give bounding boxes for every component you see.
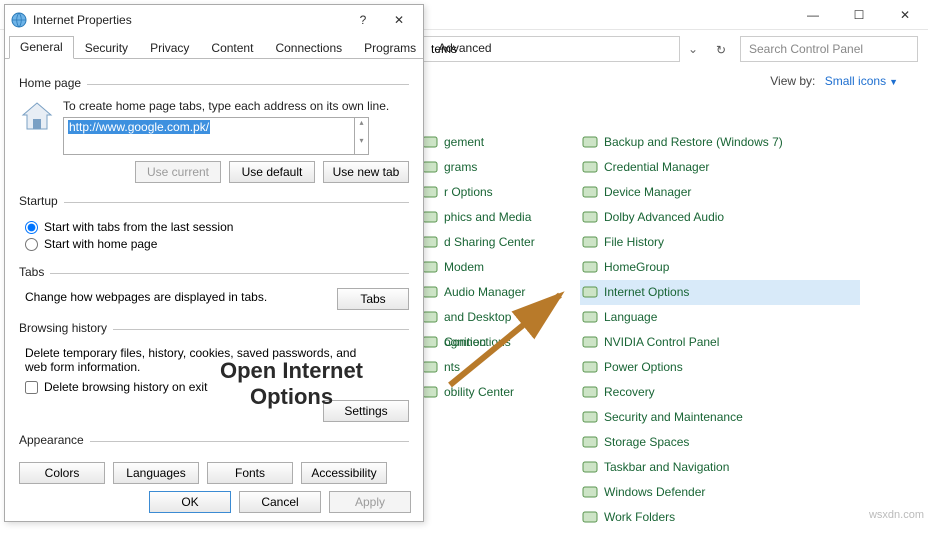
cp-item[interactable]: and Desktop Connections [420,305,580,330]
tab-security[interactable]: Security [74,37,139,59]
delete-on-exit-checkbox[interactable] [25,381,38,394]
cp-item[interactable]: Audio Manager [420,280,580,305]
refresh-button[interactable]: ↻ [710,38,732,60]
cp-item[interactable]: Device Manager [580,180,860,205]
use-default-button[interactable]: Use default [229,161,315,183]
tab-advanced[interactable]: Advanced [427,37,502,59]
startup-opt1-label: Start with tabs from the last session [44,220,233,234]
cp-item[interactable]: ognition [420,330,580,355]
cp-item[interactable]: HomeGroup [580,255,860,280]
view-by-value[interactable]: Small icons▼ [825,74,898,88]
tabs-section: Tabs Tabs Change how webpages are displa… [19,266,409,314]
cp-item[interactable]: Security and Maintenance [580,405,860,430]
watermark: wsxdn.com [869,509,924,521]
internet-properties-dialog: Internet Properties ? ✕ GeneralSecurityP… [4,4,424,522]
tab-content[interactable]: Content [200,37,264,59]
tab-privacy[interactable]: Privacy [139,37,200,59]
ok-button[interactable]: OK [149,491,231,513]
history-legend: Browsing history [19,321,113,335]
cp-col-right: Backup and Restore (Windows 7)Credential… [580,130,860,530]
radio-home-page[interactable] [25,238,38,251]
radio-last-session[interactable] [25,221,38,234]
cp-item[interactable]: nts [420,355,580,380]
cp-item[interactable]: Storage Spaces [580,430,860,455]
cp-item[interactable]: d Sharing Center [420,230,580,255]
startup-opt-home[interactable]: Start with home page [25,237,409,251]
cp-item[interactable]: r Options [420,180,580,205]
textarea-scrollbar[interactable]: ▴▾ [355,117,369,155]
view-by-label: View by: [770,74,815,88]
history-desc: Delete temporary files, history, cookies… [25,346,365,374]
search-input[interactable]: Search Control Panel [740,36,918,62]
cp-item[interactable]: Taskbar and Navigation [580,455,860,480]
tab-connections[interactable]: Connections [264,37,353,59]
control-panel-items: gementgramsr Optionsphics and Mediad Sha… [420,130,900,530]
cp-item[interactable]: Recovery [580,380,860,405]
cp-item[interactable]: Power Options [580,355,860,380]
dialog-titlebar: Internet Properties ? ✕ [5,5,423,35]
cp-item[interactable]: grams [420,155,580,180]
languages-button[interactable]: Languages [113,462,199,484]
startup-opt2-label: Start with home page [44,237,157,251]
chevron-down-icon: ▼ [889,77,898,87]
cp-item[interactable]: Credential Manager [580,155,860,180]
cp-item[interactable]: Backup and Restore (Windows 7) [580,130,860,155]
dialog-body: Home page To create home page tabs, type… [5,59,423,494]
chevron-down-icon[interactable]: ⌄ [688,42,702,56]
appearance-legend: Appearance [19,433,90,447]
use-current-button[interactable]: Use current [135,161,221,183]
home-page-desc: To create home page tabs, type each addr… [63,99,409,113]
fonts-button[interactable]: Fonts [207,462,293,484]
tab-strip: GeneralSecurityPrivacyContentConnections… [5,35,423,59]
close-button[interactable]: ✕ [882,0,928,30]
accessibility-button[interactable]: Accessibility [301,462,387,484]
tabs-legend: Tabs [19,265,50,279]
globe-icon [11,12,27,28]
cp-item[interactable]: gement [420,130,580,155]
startup-opt-last-session[interactable]: Start with tabs from the last session [25,220,409,234]
delete-on-exit-row[interactable]: Delete browsing history on exit [25,380,409,394]
maximize-button[interactable]: ☐ [836,0,882,30]
home-page-input[interactable]: http://www.google.com.pk/ [63,117,355,155]
dialog-title: Internet Properties [33,13,345,27]
tab-programs[interactable]: Programs [353,37,427,59]
cp-item[interactable]: NVIDIA Control Panel [580,330,860,355]
tabs-button[interactable]: Tabs [337,288,409,310]
cancel-button[interactable]: Cancel [239,491,321,513]
cp-item[interactable]: Modem [420,255,580,280]
settings-button[interactable]: Settings [323,400,409,422]
cp-item[interactable]: Internet Options [580,280,860,305]
dialog-footer: OK Cancel Apply [149,491,411,513]
home-page-legend: Home page [19,76,87,90]
minimize-button[interactable]: — [790,0,836,30]
cp-item[interactable]: phics and Media [420,205,580,230]
close-button[interactable]: ✕ [381,9,417,31]
help-button[interactable]: ? [345,9,381,31]
startup-section: Startup Start with tabs from the last se… [19,195,409,258]
browsing-history-section: Browsing history Delete temporary files,… [19,322,409,426]
cp-item[interactable]: File History [580,230,860,255]
home-page-section: Home page To create home page tabs, type… [19,77,409,187]
cp-item[interactable]: Dolby Advanced Audio [580,205,860,230]
home-icon [19,99,55,135]
tab-general[interactable]: General [9,36,74,59]
delete-on-exit-label: Delete browsing history on exit [44,380,207,394]
cp-item[interactable]: obility Center [420,380,580,405]
cp-item[interactable]: Windows Defender [580,480,860,505]
appearance-section: Appearance Colors Languages Fonts Access… [19,434,409,488]
cp-col-left: gementgramsr Optionsphics and Mediad Sha… [420,130,580,530]
apply-button[interactable]: Apply [329,491,411,513]
startup-legend: Startup [19,194,64,208]
colors-button[interactable]: Colors [19,462,105,484]
view-by: View by: Small icons▼ [770,74,898,88]
use-new-tab-button[interactable]: Use new tab [323,161,409,183]
cp-item[interactable]: Language [580,305,860,330]
cp-item[interactable]: Work Folders [580,505,860,530]
